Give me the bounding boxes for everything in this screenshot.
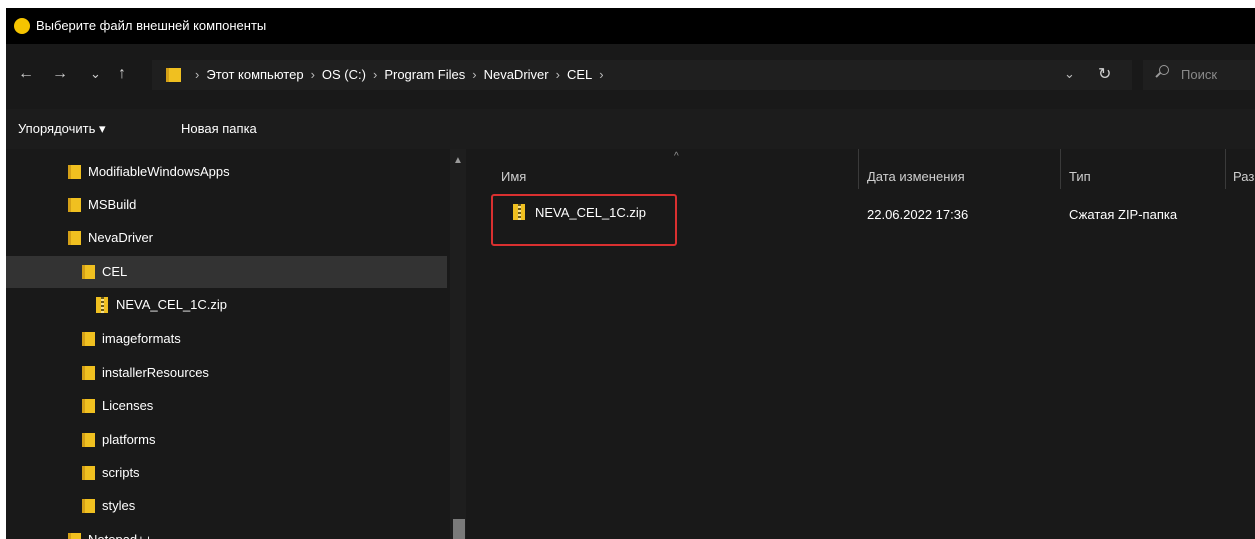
sidebar-item-label: Notepad++ [88, 532, 152, 539]
breadcrumb-separator[interactable]: › [472, 67, 476, 82]
sidebar-item-label: imageformats [102, 331, 181, 346]
search-icon [1159, 65, 1169, 75]
sidebar-item[interactable]: MSBuild [6, 189, 447, 221]
folder-icon [68, 231, 81, 245]
organize-button[interactable]: Упорядочить ▾ [18, 121, 106, 137]
sidebar-item-label: ModifiableWindowsApps [88, 164, 230, 179]
forward-button[interactable]: → [52, 64, 68, 84]
command-bar: Упорядочить ▾ Новая папка [6, 109, 1255, 149]
sidebar-item-label: NevaDriver [88, 230, 154, 245]
breadcrumb: › Этот компьютер › OS (C:) › Program Files › Ne… [188, 67, 611, 82]
file-row[interactable]: NEVA_CEL_1C.zip 22.06.2022 17:36 Сжатая … [491, 194, 1241, 246]
sidebar-item[interactable]: CEL [6, 256, 447, 288]
breadcrumb-separator[interactable]: › [373, 67, 377, 82]
column-divider[interactable] [1225, 149, 1226, 189]
sidebar-item-label: scripts [102, 465, 140, 480]
search-input[interactable]: Поиск [1143, 60, 1255, 90]
title-bar: Выберите файл внешней компоненты [6, 8, 1255, 44]
zip-icon [513, 204, 525, 220]
refresh-button[interactable]: ↻ [1098, 64, 1111, 84]
sidebar-item[interactable]: installerResources [6, 357, 447, 389]
breadcrumb-item[interactable]: NevaDriver [484, 67, 549, 82]
folder-icon [82, 499, 95, 513]
sidebar-item-label: NEVA_CEL_1C.zip [116, 297, 228, 312]
column-header-name[interactable]: Имя [501, 169, 526, 184]
breadcrumb-separator[interactable]: › [311, 67, 315, 82]
folder-icon [82, 466, 95, 480]
folder-icon [68, 198, 81, 212]
sidebar-item[interactable]: ModifiableWindowsApps [6, 156, 447, 188]
highlight-box [491, 194, 677, 246]
sidebar-item[interactable]: platforms [6, 424, 447, 456]
breadcrumb-item[interactable]: Этот компьютер [206, 67, 303, 82]
scroll-up-icon[interactable]: ▲ [450, 155, 466, 166]
column-header-type[interactable]: Тип [1069, 169, 1091, 184]
column-divider[interactable] [1060, 149, 1061, 189]
scrollbar-thumb[interactable] [453, 519, 465, 539]
chevron-down-icon[interactable]: ⌄ [1064, 66, 1075, 82]
sidebar-item-label: CEL [102, 264, 128, 279]
zip-icon [96, 297, 108, 313]
breadcrumb-separator[interactable]: › [599, 67, 603, 82]
sidebar-item[interactable]: Licenses [6, 390, 447, 422]
sidebar-item[interactable]: imageformats [6, 323, 447, 355]
breadcrumb-item[interactable]: CEL [567, 67, 592, 82]
breadcrumb-separator[interactable]: › [195, 67, 199, 82]
sidebar-item-label: Licenses [102, 398, 154, 413]
sort-ascending-icon: ^ [674, 151, 679, 162]
folder-icon [166, 68, 181, 82]
navigation-pane: ModifiableWindowsApps MSBuild NevaDriver CE… [6, 149, 466, 539]
folder-icon [82, 433, 95, 447]
sidebar-scrollbar[interactable]: ▲ [450, 149, 466, 539]
file-open-dialog: Выберите файл внешней компоненты ← → ⌄ ↑… [6, 8, 1255, 539]
sidebar-item[interactable]: styles [6, 490, 447, 522]
breadcrumb-item[interactable]: OS (C:) [322, 67, 366, 82]
file-name[interactable]: NEVA_CEL_1C.zip [535, 205, 646, 220]
up-button[interactable]: ↑ [118, 64, 126, 84]
search-placeholder: Поиск [1181, 67, 1218, 82]
file-list: ^ Имя Дата изменения Тип Раз NEVA_CEL_1C… [466, 149, 1255, 539]
column-header-size[interactable]: Раз [1233, 169, 1254, 184]
breadcrumb-item[interactable]: Program Files [384, 67, 465, 82]
sidebar-item[interactable]: Notepad++ [6, 524, 447, 539]
sidebar-item-label: platforms [102, 432, 156, 447]
folder-icon [82, 399, 95, 413]
sidebar-item-label: styles [102, 498, 136, 513]
folder-icon [68, 165, 81, 179]
address-bar[interactable]: › Этот компьютер › OS (C:) › Program Files › Ne… [152, 60, 1132, 90]
column-divider[interactable] [858, 149, 859, 189]
folder-icon [82, 265, 95, 279]
column-header-date[interactable]: Дата изменения [867, 169, 965, 184]
window-title: Выберите файл внешней компоненты [36, 18, 267, 33]
sidebar-item-label: MSBuild [88, 197, 137, 212]
recent-locations-button[interactable]: ⌄ [90, 64, 101, 84]
sidebar-item[interactable]: scripts [6, 457, 447, 489]
file-date: 22.06.2022 17:36 [867, 207, 969, 222]
new-folder-button[interactable]: Новая папка [181, 121, 257, 136]
sidebar-item[interactable]: NEVA_CEL_1C.zip [6, 289, 447, 321]
breadcrumb-separator[interactable]: › [556, 67, 560, 82]
sidebar-item[interactable]: NevaDriver [6, 222, 447, 254]
file-type: Сжатая ZIP-папка [1069, 207, 1178, 222]
folder-icon [68, 533, 81, 539]
folder-icon [82, 332, 95, 346]
folder-icon [82, 366, 95, 380]
navigation-bar: ← → ⌄ ↑ › Этот компьютер › OS (C:) › Program … [6, 56, 1255, 94]
sidebar-item-label: installerResources [102, 365, 209, 380]
back-button[interactable]: ← [18, 64, 34, 84]
app-icon [14, 18, 30, 34]
